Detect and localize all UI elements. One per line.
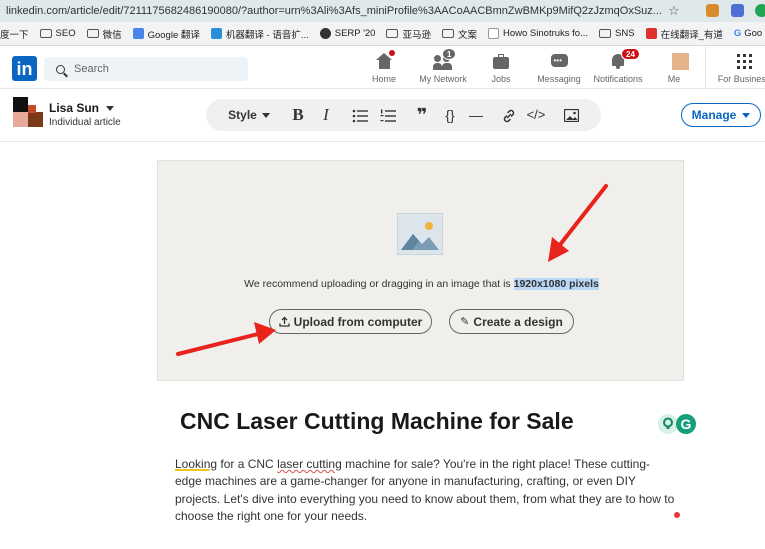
arrow-to-upload-button xyxy=(176,322,276,356)
annotation-arrows xyxy=(176,184,608,356)
arrow-to-size-highlight xyxy=(548,184,608,262)
